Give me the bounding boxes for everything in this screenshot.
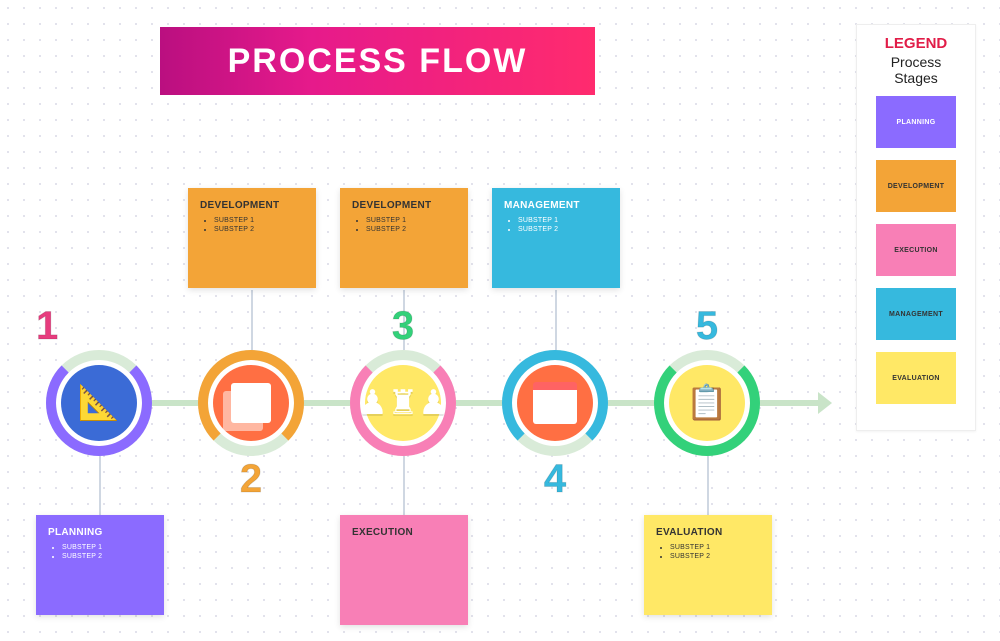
node-execution[interactable]: ♟♜♟ 3	[350, 350, 456, 456]
page-title: PROCESS FLOW	[160, 27, 595, 95]
card-title: DEVELOPMENT	[200, 200, 304, 211]
card-bullet: SUBSTEP 2	[518, 226, 608, 233]
node-planning[interactable]: 📐 1	[46, 350, 152, 456]
node-arc	[502, 350, 608, 456]
card-evaluation[interactable]: EVALUATION SUBSTEP 1 SUBSTEP 2	[644, 515, 772, 615]
card-title: MANAGEMENT	[504, 200, 608, 211]
card-bullet: SUBSTEP 2	[214, 226, 304, 233]
card-title: EXECUTION	[352, 527, 456, 538]
card-management[interactable]: MANAGEMENT SUBSTEP 1 SUBSTEP 2	[492, 188, 620, 288]
card-bullets: SUBSTEP 1 SUBSTEP 2	[504, 217, 608, 233]
legend-swatch-planning: PLANNING	[876, 96, 956, 148]
legend-swatch-development: DEVELOPMENT	[876, 160, 956, 212]
node-number: 4	[544, 457, 566, 502]
node-number: 1	[36, 304, 58, 349]
legend-swatch-execution: EXECUTION	[876, 224, 956, 276]
node-arc	[654, 350, 760, 456]
legend-swatch-evaluation: EVALUATION	[876, 352, 956, 404]
connector-line	[99, 455, 101, 515]
card-bullet: SUBSTEP 2	[366, 226, 456, 233]
card-bullet: SUBSTEP 2	[670, 553, 760, 560]
card-title: EVALUATION	[656, 527, 760, 538]
connector-line	[707, 455, 709, 515]
card-bullet: SUBSTEP 1	[214, 217, 304, 224]
card-bullets: SUBSTEP 1 SUBSTEP 2	[200, 217, 304, 233]
legend-title: LEGEND	[867, 35, 965, 52]
connector-line	[555, 290, 557, 350]
card-bullets: SUBSTEP 1 SUBSTEP 2	[48, 544, 152, 560]
legend-panel: LEGEND Process Stages PLANNING DEVELOPME…	[856, 24, 976, 431]
card-bullet: SUBSTEP 1	[670, 544, 760, 551]
card-bullet: SUBSTEP 1	[62, 544, 152, 551]
node-number: 2	[240, 457, 262, 502]
card-planning[interactable]: PLANNING SUBSTEP 1 SUBSTEP 2	[36, 515, 164, 615]
card-development[interactable]: DEVELOPMENT SUBSTEP 1 SUBSTEP 2	[188, 188, 316, 288]
node-development[interactable]: 2	[198, 350, 304, 456]
node-arc	[198, 350, 304, 456]
node-management[interactable]: 4	[502, 350, 608, 456]
card-execution[interactable]: EXECUTION	[340, 515, 468, 625]
node-arc	[46, 350, 152, 456]
card-bullet: SUBSTEP 1	[366, 217, 456, 224]
node-number: 5	[696, 304, 718, 349]
card-title: PLANNING	[48, 527, 152, 538]
node-number: 3	[392, 304, 414, 349]
node-evaluation[interactable]: 📋 5	[654, 350, 760, 456]
card-bullets: SUBSTEP 1 SUBSTEP 2	[352, 217, 456, 233]
legend-subtitle: Process Stages	[867, 54, 965, 86]
connector-line	[251, 290, 253, 350]
card-development[interactable]: DEVELOPMENT SUBSTEP 1 SUBSTEP 2	[340, 188, 468, 288]
timeline-arrowhead-icon	[818, 392, 832, 414]
legend-swatch-management: MANAGEMENT	[876, 288, 956, 340]
card-bullet: SUBSTEP 1	[518, 217, 608, 224]
card-title: DEVELOPMENT	[352, 200, 456, 211]
card-bullets: SUBSTEP 1 SUBSTEP 2	[656, 544, 760, 560]
card-bullet: SUBSTEP 2	[62, 553, 152, 560]
connector-line	[403, 455, 405, 515]
